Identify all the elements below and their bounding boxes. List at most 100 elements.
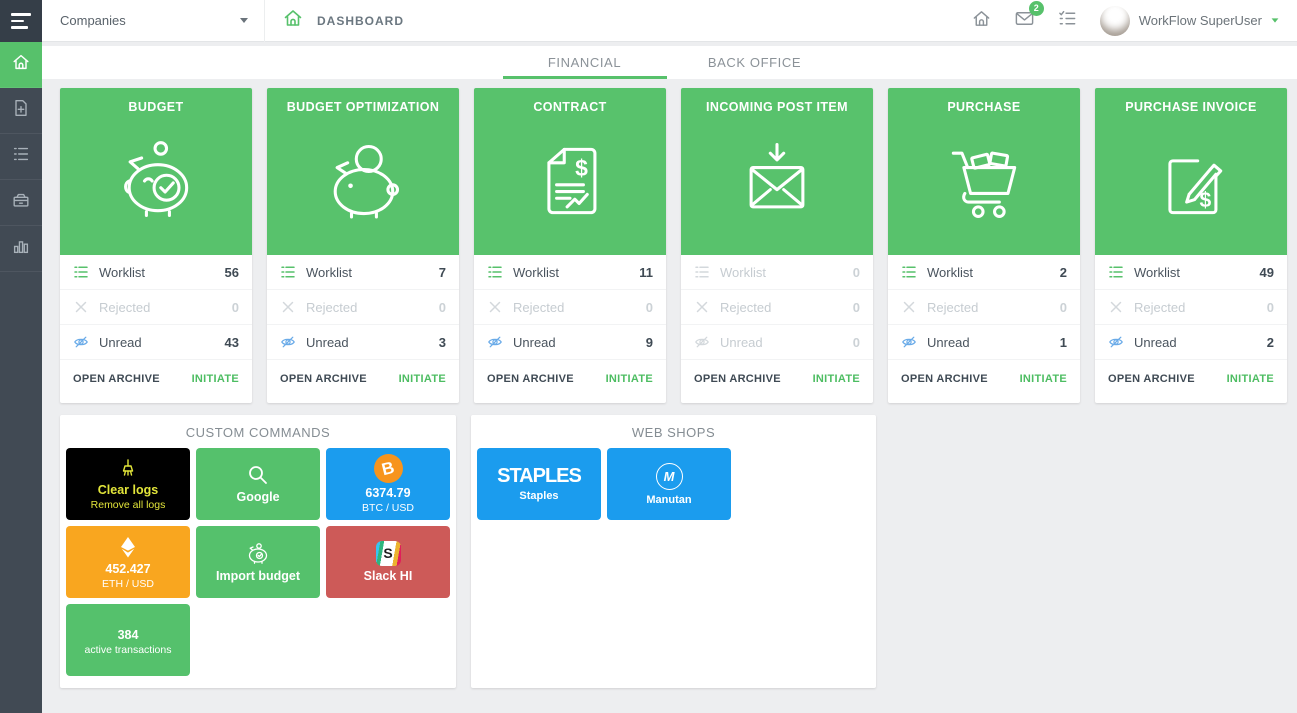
stat-value: 11: [639, 265, 653, 280]
stat-label: Rejected: [1134, 300, 1185, 315]
sidebar-item-archive[interactable]: [0, 180, 42, 226]
stat-rejected[interactable]: Rejected0: [474, 290, 666, 325]
eye-off-icon: [487, 334, 503, 350]
initiate-button[interactable]: INITIATE: [399, 373, 446, 385]
tile-title: 384: [118, 628, 139, 643]
checklist-icon: [1057, 8, 1078, 34]
open-archive-button[interactable]: OPEN ARCHIVE: [280, 373, 367, 385]
card-purchase-header[interactable]: PURCHASE: [888, 88, 1080, 255]
card-contract-header[interactable]: CONTRACT $: [474, 88, 666, 255]
piggy-bank-icon: [245, 540, 271, 566]
initiate-button[interactable]: INITIATE: [192, 373, 239, 385]
worklist-icon: [901, 264, 917, 280]
tile-title: Manutan: [646, 494, 691, 506]
messages-button[interactable]: 2: [1014, 8, 1035, 34]
tile-title: Clear logs: [98, 483, 158, 498]
stat-value: 0: [1267, 300, 1274, 315]
eye-off-icon: [280, 334, 296, 350]
stat-value: 0: [853, 265, 860, 280]
worklist-button[interactable]: [1057, 8, 1078, 34]
custom-commands-panel: CUSTOM COMMANDS Clear logs Remove all lo…: [60, 415, 456, 688]
x-icon: [901, 299, 917, 315]
tile-title: Google: [236, 490, 279, 505]
tile-subtitle: Remove all logs: [91, 499, 166, 511]
tile-subtitle: ETH / USD: [102, 578, 154, 590]
card-purchase-invoice-header[interactable]: PURCHASE INVOICE $: [1095, 88, 1287, 255]
stat-unread[interactable]: Unread3: [267, 325, 459, 360]
stat-rejected[interactable]: Rejected0: [60, 290, 252, 325]
stat-worklist[interactable]: Worklist 49: [1095, 255, 1287, 290]
file-plus-icon: [11, 98, 31, 123]
stat-worklist[interactable]: Worklist11: [474, 255, 666, 290]
open-archive-button[interactable]: OPEN ARCHIVE: [487, 373, 574, 385]
open-archive-button[interactable]: OPEN ARCHIVE: [73, 373, 160, 385]
stat-rejected[interactable]: Rejected0: [267, 290, 459, 325]
stat-label: Rejected: [99, 300, 150, 315]
tile-btc-rate[interactable]: B 6374.79 BTC / USD: [326, 448, 450, 520]
stat-worklist[interactable]: Worklist56: [60, 255, 252, 290]
chevron-down-icon: [1272, 18, 1279, 22]
tab-financial[interactable]: FINANCIAL: [500, 46, 670, 79]
open-archive-button[interactable]: OPEN ARCHIVE: [901, 373, 988, 385]
stat-value: 2: [1060, 265, 1067, 280]
card-purchase: PURCHASE Worklist 2 Rejected0 Unread1 OPE…: [888, 88, 1080, 403]
stat-label: Unread: [1134, 335, 1177, 350]
open-archive-button[interactable]: OPEN ARCHIVE: [694, 373, 781, 385]
stat-unread[interactable]: Unread1: [888, 325, 1080, 360]
card-budget-optimization-header[interactable]: BUDGET OPTIMIZATION: [267, 88, 459, 255]
home-icon: [971, 8, 992, 34]
stat-worklist[interactable]: Worklist7: [267, 255, 459, 290]
sidebar-item-dashboard[interactable]: [0, 42, 42, 88]
stat-value: 49: [1260, 265, 1274, 280]
stat-label: Worklist: [1134, 265, 1180, 280]
stat-value: 56: [225, 265, 239, 280]
tile-staples[interactable]: STAPLES Staples: [477, 448, 601, 520]
home-button[interactable]: [971, 8, 992, 34]
hamburger-menu-icon[interactable]: [0, 0, 42, 42]
initiate-button[interactable]: INITIATE: [1020, 373, 1067, 385]
stat-unread[interactable]: Unread43: [60, 325, 252, 360]
card-footer: OPEN ARCHIVE INITIATE: [474, 360, 666, 398]
stat-worklist[interactable]: Worklist 2: [888, 255, 1080, 290]
user-menu[interactable]: WorkFlow SuperUser: [1100, 6, 1279, 36]
stat-unread[interactable]: Unread0: [681, 325, 873, 360]
stat-rejected[interactable]: Rejected0: [888, 290, 1080, 325]
home-icon[interactable]: [282, 7, 304, 34]
company-selector[interactable]: Companies: [42, 0, 264, 41]
worklist-icon: [487, 264, 503, 280]
initiate-button[interactable]: INITIATE: [1227, 373, 1274, 385]
initiate-button[interactable]: INITIATE: [606, 373, 653, 385]
tile-import-budget[interactable]: Import budget: [196, 526, 320, 598]
sidebar-item-reports[interactable]: [0, 226, 42, 272]
stat-rejected[interactable]: Rejected0: [681, 290, 873, 325]
stat-label: Worklist: [927, 265, 973, 280]
tab-back-office[interactable]: BACK OFFICE: [670, 46, 840, 79]
tile-clear-logs[interactable]: Clear logs Remove all logs: [66, 448, 190, 520]
stat-rejected[interactable]: Rejected 0: [1095, 290, 1287, 325]
panel-title: CUSTOM COMMANDS: [60, 415, 456, 448]
open-archive-button[interactable]: OPEN ARCHIVE: [1108, 373, 1195, 385]
top-actions: 2 WorkFlow SuperUser: [971, 6, 1297, 36]
stat-label: Rejected: [927, 300, 978, 315]
card-budget-header[interactable]: BUDGET: [60, 88, 252, 255]
sidebar-item-new-document[interactable]: [0, 88, 42, 134]
stat-value: 1: [1060, 335, 1067, 350]
tile-manutan[interactable]: M Manutan: [607, 448, 731, 520]
stat-unread[interactable]: Unread9: [474, 325, 666, 360]
sidebar-item-worklist[interactable]: [0, 134, 42, 180]
piggy-bank-savings-icon: [110, 114, 202, 255]
tile-google[interactable]: Google: [196, 448, 320, 520]
tile-subtitle: active transactions: [85, 644, 172, 656]
card-incoming-post-item-header[interactable]: INCOMING POST ITEM: [681, 88, 873, 255]
stat-label: Unread: [720, 335, 763, 350]
stat-unread[interactable]: Unread2: [1095, 325, 1287, 360]
archive-icon: [11, 190, 31, 215]
initiate-button[interactable]: INITIATE: [813, 373, 860, 385]
tab-label: FINANCIAL: [548, 55, 621, 70]
tile-eth-rate[interactable]: 452.427 ETH / USD: [66, 526, 190, 598]
top-bar: Companies DASHBOARD 2 WorkFlow SuperUser: [42, 0, 1297, 42]
chevron-down-icon: [240, 18, 248, 23]
tile-active-transactions[interactable]: 384 active transactions: [66, 604, 190, 676]
stat-worklist[interactable]: Worklist0: [681, 255, 873, 290]
tile-slack-hi[interactable]: S Slack HI: [326, 526, 450, 598]
